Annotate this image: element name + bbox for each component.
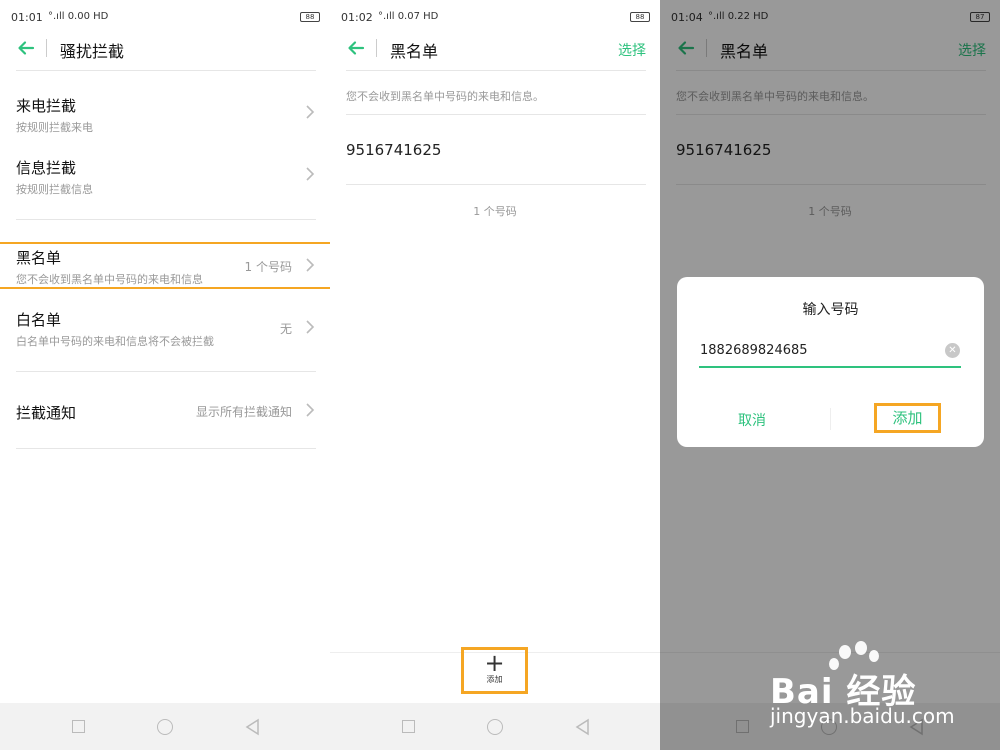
button-divider	[830, 408, 831, 430]
header-underline	[346, 70, 646, 71]
row-title: 黑名单	[16, 249, 62, 267]
back-triangle-icon[interactable]	[244, 718, 260, 736]
home-icon[interactable]	[157, 719, 173, 735]
screen-harassment-block: 01:01 °.ıll 0.00 HD 88 骚扰拦截 来电拦截 按规则拦截来电…	[0, 0, 330, 750]
header-underline	[16, 70, 316, 71]
header-divider	[46, 39, 47, 57]
chevron-right-icon	[306, 320, 315, 334]
status-time: 01:01	[11, 11, 43, 24]
signal-icon: °.ıll 0.07 HD	[378, 11, 439, 22]
back-arrow-icon[interactable]	[346, 38, 366, 58]
divider	[16, 219, 316, 220]
row-value: 无	[279, 322, 292, 336]
row-title: 信息拦截	[16, 159, 77, 177]
chevron-right-icon	[306, 167, 315, 181]
row-title: 白名单	[16, 311, 62, 329]
status-time: 01:02	[341, 11, 373, 24]
chevron-right-icon	[306, 258, 315, 272]
divider	[346, 114, 646, 115]
bottom-action-bar: + 添加	[330, 647, 660, 703]
highlight-line-top	[0, 242, 330, 244]
recents-icon[interactable]	[72, 720, 85, 733]
row-subtitle: 白名单中号码的来电和信息将不会被拦截	[16, 335, 214, 348]
row-title: 来电拦截	[16, 97, 77, 115]
cancel-button[interactable]: 取消	[738, 410, 766, 430]
confirm-add-button[interactable]: 添加	[874, 403, 941, 433]
system-nav-bar	[330, 703, 660, 750]
row-value: 显示所有拦截通知	[195, 405, 292, 419]
divider	[16, 371, 316, 372]
row-title: 拦截通知	[16, 404, 77, 422]
input-number-dialog: 输入号码 1882689824685 ✕ 取消 添加	[677, 277, 984, 447]
add-label: 添加	[486, 675, 503, 684]
row-subtitle: 按规则拦截来电	[16, 121, 93, 134]
plus-icon: +	[484, 649, 505, 677]
divider	[16, 448, 316, 449]
row-subtitle: 按规则拦截信息	[16, 183, 93, 196]
input-underline	[699, 366, 961, 368]
number-count: 1 个号码	[473, 205, 517, 218]
dialog-title: 输入号码	[802, 302, 859, 318]
signal-icon: °.ıll 0.00 HD	[48, 11, 109, 22]
page-title: 黑名单	[390, 42, 439, 61]
watermark-site: jingyan.baidu.com	[770, 704, 955, 728]
battery-icon: 88	[300, 12, 320, 22]
back-arrow-icon[interactable]	[16, 38, 36, 58]
screen-blacklist-add-dialog: 01:04 °.ıll 0.22 HD 87 黑名单 选择 您不会收到黑名单中号…	[660, 0, 1000, 750]
blacklist-description: 您不会收到黑名单中号码的来电和信息。	[346, 90, 544, 103]
page-title: 骚扰拦截	[60, 42, 125, 61]
screen-blacklist: 01:02 °.ıll 0.07 HD 88 黑名单 选择 您不会收到黑名单中号…	[330, 0, 660, 750]
system-nav-bar	[0, 703, 330, 750]
clear-icon[interactable]: ✕	[945, 343, 960, 358]
row-value: 1 个号码	[244, 260, 292, 274]
divider	[346, 184, 646, 185]
add-number-button[interactable]: + 添加	[461, 647, 528, 694]
select-button[interactable]: 选择	[618, 40, 646, 60]
row-subtitle: 您不会收到黑名单中号码的来电和信息	[16, 273, 203, 286]
chevron-right-icon	[306, 403, 315, 417]
status-bar: 01:01 °.ıll 0.00 HD 88	[0, 0, 330, 34]
battery-icon: 88	[630, 12, 650, 22]
home-icon[interactable]	[487, 719, 503, 735]
header-divider	[376, 39, 377, 57]
status-bar: 01:02 °.ıll 0.07 HD 88	[330, 0, 660, 34]
highlight-line-bottom	[0, 287, 330, 289]
recents-icon[interactable]	[402, 720, 415, 733]
blocked-number-item[interactable]: 9516741625	[346, 141, 441, 159]
phone-number-input[interactable]: 1882689824685	[700, 343, 808, 358]
back-triangle-icon[interactable]	[574, 718, 590, 736]
chevron-right-icon	[306, 105, 315, 119]
